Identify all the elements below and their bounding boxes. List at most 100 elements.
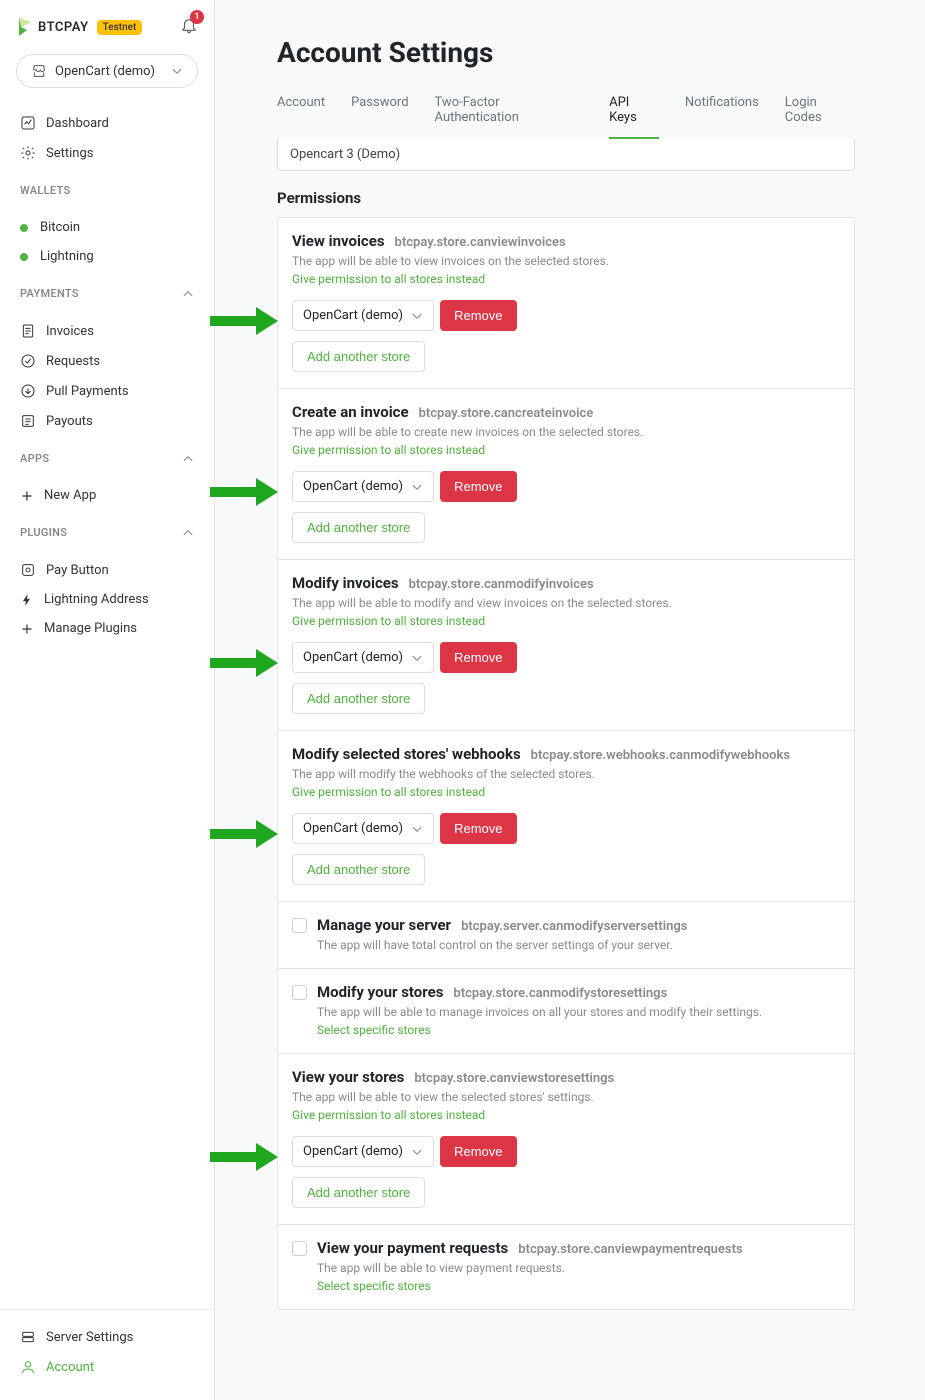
permission-description: The app will have total control on the s… xyxy=(317,938,840,952)
tab-twofa[interactable]: Two-Factor Authentication xyxy=(435,91,584,139)
chevron-up-icon[interactable] xyxy=(182,527,194,539)
permission-code: btcpay.store.cancreateinvoice xyxy=(419,406,594,421)
sidebar: BTCPAY Testnet 1 OpenCart (demo) Dashboa… xyxy=(0,0,215,1400)
tab-password[interactable]: Password xyxy=(351,91,408,139)
chevron-down-icon xyxy=(411,1146,423,1158)
store-selector[interactable]: OpenCart (demo) xyxy=(16,54,198,88)
chevron-down-icon xyxy=(411,652,423,664)
requests-icon xyxy=(20,353,36,369)
store-dropdown[interactable]: OpenCart (demo) xyxy=(292,642,434,673)
permission-title: Modify invoices xyxy=(292,574,399,592)
store-dropdown-label: OpenCart (demo) xyxy=(303,479,403,494)
give-all-stores-link[interactable]: Give permission to all stores instead xyxy=(292,443,840,457)
permission-title: View your stores xyxy=(292,1068,404,1086)
notifications-button[interactable]: 1 xyxy=(180,16,198,38)
permission-code: btcpay.store.canviewpaymentrequests xyxy=(518,1242,742,1257)
nav-server-settings[interactable]: Server Settings xyxy=(16,1322,198,1352)
nav-settings[interactable]: Settings xyxy=(16,138,198,168)
nav-payouts[interactable]: Payouts xyxy=(16,406,198,436)
store-icon xyxy=(31,63,47,79)
store-dropdown[interactable]: OpenCart (demo) xyxy=(292,471,434,502)
nav-lightning[interactable]: Lightning xyxy=(16,242,198,271)
permission-title: Manage your server xyxy=(317,916,451,934)
store-dropdown[interactable]: OpenCart (demo) xyxy=(292,1136,434,1167)
permission-title: Create an invoice xyxy=(292,403,409,421)
plus-icon xyxy=(20,622,34,636)
nav-manage-plugins[interactable]: Manage Plugins xyxy=(16,614,198,643)
arrow-annotation-icon xyxy=(208,304,280,338)
tab-apikeys[interactable]: API Keys xyxy=(609,91,659,139)
brand[interactable]: BTCPAY Testnet xyxy=(16,16,142,38)
permission-code: btcpay.store.canmodifyinvoices xyxy=(409,577,594,592)
store-dropdown[interactable]: OpenCart (demo) xyxy=(292,813,434,844)
store-dropdown[interactable]: OpenCart (demo) xyxy=(292,300,434,331)
user-icon xyxy=(20,1359,36,1375)
nav-dashboard[interactable]: Dashboard xyxy=(16,108,198,138)
permission-description: The app will modify the webhooks of the … xyxy=(292,767,840,781)
permission-code: btcpay.server.canmodifyserversettings xyxy=(461,919,687,934)
remove-button[interactable]: Remove xyxy=(440,813,516,844)
arrow-annotation-icon xyxy=(208,1140,280,1174)
give-all-stores-link[interactable]: Give permission to all stores instead xyxy=(292,272,840,286)
add-store-button[interactable]: Add another store xyxy=(292,512,425,543)
main: Account Settings Account Password Two-Fa… xyxy=(215,0,925,1400)
add-store-button[interactable]: Add another store xyxy=(292,683,425,714)
remove-button[interactable]: Remove xyxy=(440,471,516,502)
plus-icon xyxy=(20,489,34,503)
tab-account[interactable]: Account xyxy=(277,91,325,139)
tab-logincodes[interactable]: Login Codes xyxy=(785,91,855,139)
btcpay-logo-icon xyxy=(16,16,34,38)
nav-requests[interactable]: Requests xyxy=(16,346,198,376)
add-store-button[interactable]: Add another store xyxy=(292,341,425,372)
permission-description: The app will be able to modify and view … xyxy=(292,596,840,610)
give-all-stores-link[interactable]: Give permission to all stores instead xyxy=(292,1108,840,1122)
permission-block: View your payment requests btcpay.store.… xyxy=(278,1225,854,1309)
chevron-down-icon xyxy=(411,481,423,493)
select-specific-stores-link[interactable]: Select specific stores xyxy=(317,1023,840,1037)
nav-lightning-address[interactable]: Lightning Address xyxy=(16,585,198,614)
nav-account[interactable]: Account xyxy=(16,1352,198,1382)
pay-button-icon xyxy=(20,562,36,578)
nav-bitcoin[interactable]: Bitcoin xyxy=(16,213,198,242)
add-store-button[interactable]: Add another store xyxy=(292,1177,425,1208)
remove-button[interactable]: Remove xyxy=(440,642,516,673)
permission-block: View your stores btcpay.store.canviewsto… xyxy=(278,1054,854,1225)
add-store-button[interactable]: Add another store xyxy=(292,854,425,885)
invoice-icon xyxy=(20,323,36,339)
permission-checkbox[interactable] xyxy=(292,918,307,933)
chevron-up-icon[interactable] xyxy=(182,288,194,300)
store-selector-label: OpenCart (demo) xyxy=(55,64,155,79)
status-dot-icon xyxy=(20,224,28,232)
permission-block: Manage your server btcpay.server.canmodi… xyxy=(278,902,854,969)
nav-new-app[interactable]: New App xyxy=(16,481,198,510)
remove-button[interactable]: Remove xyxy=(440,1136,516,1167)
arrow-annotation-icon xyxy=(208,475,280,509)
chevron-up-icon[interactable] xyxy=(182,453,194,465)
server-icon xyxy=(20,1329,36,1345)
section-plugins: PLUGINS xyxy=(0,510,214,543)
permission-checkbox[interactable] xyxy=(292,1241,307,1256)
tab-notifications[interactable]: Notifications xyxy=(685,91,759,139)
nav-pull-payments[interactable]: Pull Payments xyxy=(16,376,198,406)
status-dot-icon xyxy=(20,253,28,261)
permission-code: btcpay.store.webhooks.canmodifywebhooks xyxy=(531,748,790,763)
give-all-stores-link[interactable]: Give permission to all stores instead xyxy=(292,785,840,799)
nav-pay-button[interactable]: Pay Button xyxy=(16,555,198,585)
api-key-name-input[interactable]: Opencart 3 (Demo) xyxy=(277,139,855,171)
remove-button[interactable]: Remove xyxy=(440,300,516,331)
permission-block: Modify selected stores' webhooks btcpay.… xyxy=(278,731,854,902)
select-specific-stores-link[interactable]: Select specific stores xyxy=(317,1279,840,1293)
give-all-stores-link[interactable]: Give permission to all stores instead xyxy=(292,614,840,628)
permission-description: The app will be able to view the selecte… xyxy=(292,1090,840,1104)
permission-checkbox[interactable] xyxy=(292,985,307,1000)
permission-block: Create an invoice btcpay.store.cancreate… xyxy=(278,389,854,560)
store-dropdown-label: OpenCart (demo) xyxy=(303,1144,403,1159)
nav-invoices[interactable]: Invoices xyxy=(16,316,198,346)
permission-description: The app will be able to view payment req… xyxy=(317,1261,840,1275)
permissions-heading: Permissions xyxy=(277,189,855,207)
permission-title: View your payment requests xyxy=(317,1239,508,1257)
brand-name: BTCPAY xyxy=(38,20,89,35)
permission-code: btcpay.store.canviewstoresettings xyxy=(414,1071,614,1086)
permission-description: The app will be able to view invoices on… xyxy=(292,254,840,268)
arrow-annotation-icon xyxy=(208,817,280,851)
